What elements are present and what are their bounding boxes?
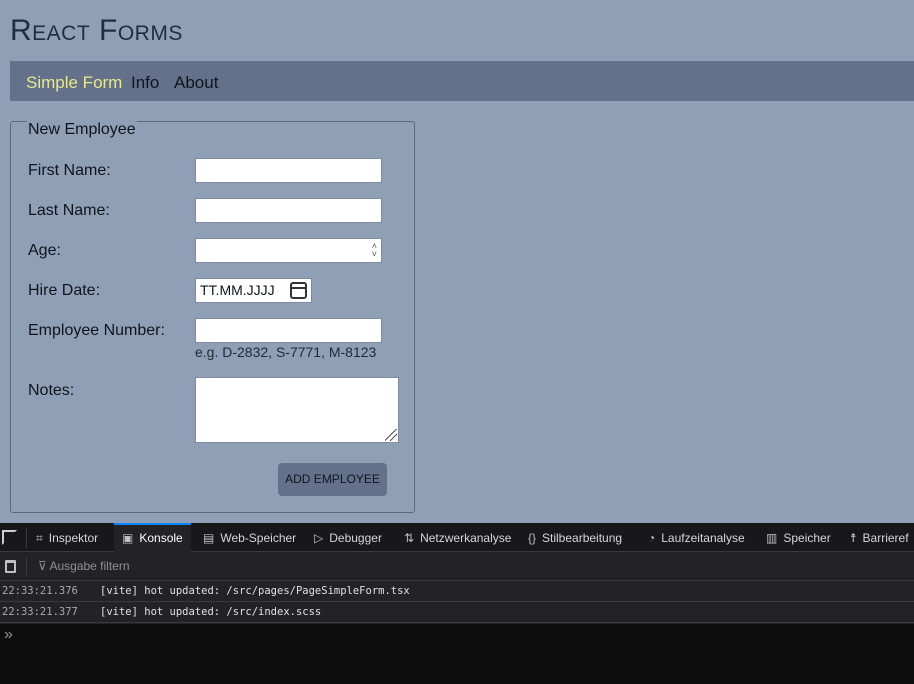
- tab-konsole[interactable]: ▣ Konsole: [114, 523, 191, 552]
- log-message: [vite] hot updated: /src/pages/PageSimpl…: [100, 585, 410, 597]
- calendar-icon[interactable]: [290, 282, 307, 299]
- network-icon: ⇅: [404, 531, 415, 545]
- nav-info[interactable]: Info: [131, 73, 159, 93]
- notes-textarea[interactable]: [195, 377, 399, 443]
- inspector-icon: ⌗: [36, 531, 43, 545]
- log-time: 22:33:21.376: [2, 585, 78, 597]
- log-message: [vite] hot updated: /src/index.scss: [100, 606, 322, 618]
- accessibility-icon: ☨: [850, 531, 857, 545]
- resize-grip-icon[interactable]: [385, 429, 397, 441]
- filter-input[interactable]: ⊽ Ausgabe filtern: [38, 559, 130, 573]
- tab-barrierefreiheit[interactable]: ☨ Barrieref: [850, 523, 909, 552]
- tab-inspektor[interactable]: ⌗ Inspektor: [36, 523, 98, 552]
- hire-date-input[interactable]: TT.MM.JJJJ: [195, 278, 312, 303]
- app-title: React Forms: [10, 14, 183, 47]
- console-filterbar: ⊽ Ausgabe filtern: [0, 552, 914, 581]
- new-employee-fieldset: New Employee First Name: Last Name: Age:…: [10, 121, 415, 513]
- console-input[interactable]: »: [0, 624, 914, 684]
- employee-number-label: Employee Number:: [28, 322, 165, 339]
- tab-debugger[interactable]: ▷ Debugger: [314, 523, 382, 552]
- last-name-input[interactable]: [195, 198, 382, 223]
- debugger-icon: ▷: [314, 531, 324, 545]
- employee-number-input[interactable]: [195, 318, 382, 343]
- log-time: 22:33:21.377: [2, 606, 78, 618]
- style-editor-icon: {}: [528, 531, 537, 545]
- nav-simple-form[interactable]: Simple Form: [26, 73, 122, 93]
- log-row: 22:33:21.376 [vite] hot updated: /src/pa…: [0, 581, 914, 602]
- navbar: Simple Form Info About: [10, 61, 914, 101]
- tab-speicher[interactable]: ▥ Speicher: [766, 523, 831, 552]
- hire-date-label: Hire Date:: [28, 282, 101, 299]
- storage-icon: ▤: [203, 531, 215, 545]
- notes-label: Notes:: [28, 382, 75, 399]
- memory-icon: ▥: [766, 531, 778, 545]
- prompt-icon: »: [4, 626, 13, 643]
- hire-date-placeholder: TT.MM.JJJJ: [200, 282, 275, 298]
- tab-stilbearbeitung[interactable]: {} Stilbearbeitung: [528, 523, 622, 552]
- console-icon: ▣: [122, 531, 134, 545]
- divider: [26, 528, 27, 548]
- nav-about[interactable]: About: [174, 73, 218, 93]
- devtools-panel: ⌗ Inspektor ▣ Konsole ▤ Web-Speicher ▷ Debug…: [0, 523, 914, 684]
- first-name-label: First Name:: [28, 162, 111, 179]
- log-row: 22:33:21.377 [vite] hot updated: /src/in…: [0, 602, 914, 623]
- tab-netzwerkanalyse[interactable]: ⇅ Netzwerkanalyse: [404, 523, 511, 552]
- age-input[interactable]: ˄ ˅: [195, 238, 382, 263]
- age-label: Age:: [28, 242, 61, 259]
- tab-laufzeitanalyse[interactable]: ◔ Laufzeitanalyse: [648, 523, 745, 552]
- first-name-input[interactable]: [195, 158, 382, 183]
- add-employee-button[interactable]: ADD EMPLOYEE: [278, 463, 387, 496]
- spinner-icon[interactable]: ˄ ˅: [372, 242, 377, 259]
- element-picker-icon[interactable]: [2, 530, 17, 545]
- app: React Forms Simple Form Info About New E…: [0, 0, 914, 523]
- employee-number-hint: e.g. D-2832, S-7771, M-8123: [195, 344, 377, 360]
- fieldset-legend: New Employee: [27, 121, 137, 139]
- tab-web-speicher[interactable]: ▤ Web-Speicher: [203, 523, 296, 552]
- performance-icon: ◔: [648, 531, 656, 545]
- divider: [26, 557, 27, 575]
- last-name-label: Last Name:: [28, 202, 110, 219]
- devtools-tabbar: ⌗ Inspektor ▣ Konsole ▤ Web-Speicher ▷ Debug…: [0, 523, 914, 552]
- trash-icon[interactable]: [5, 560, 16, 573]
